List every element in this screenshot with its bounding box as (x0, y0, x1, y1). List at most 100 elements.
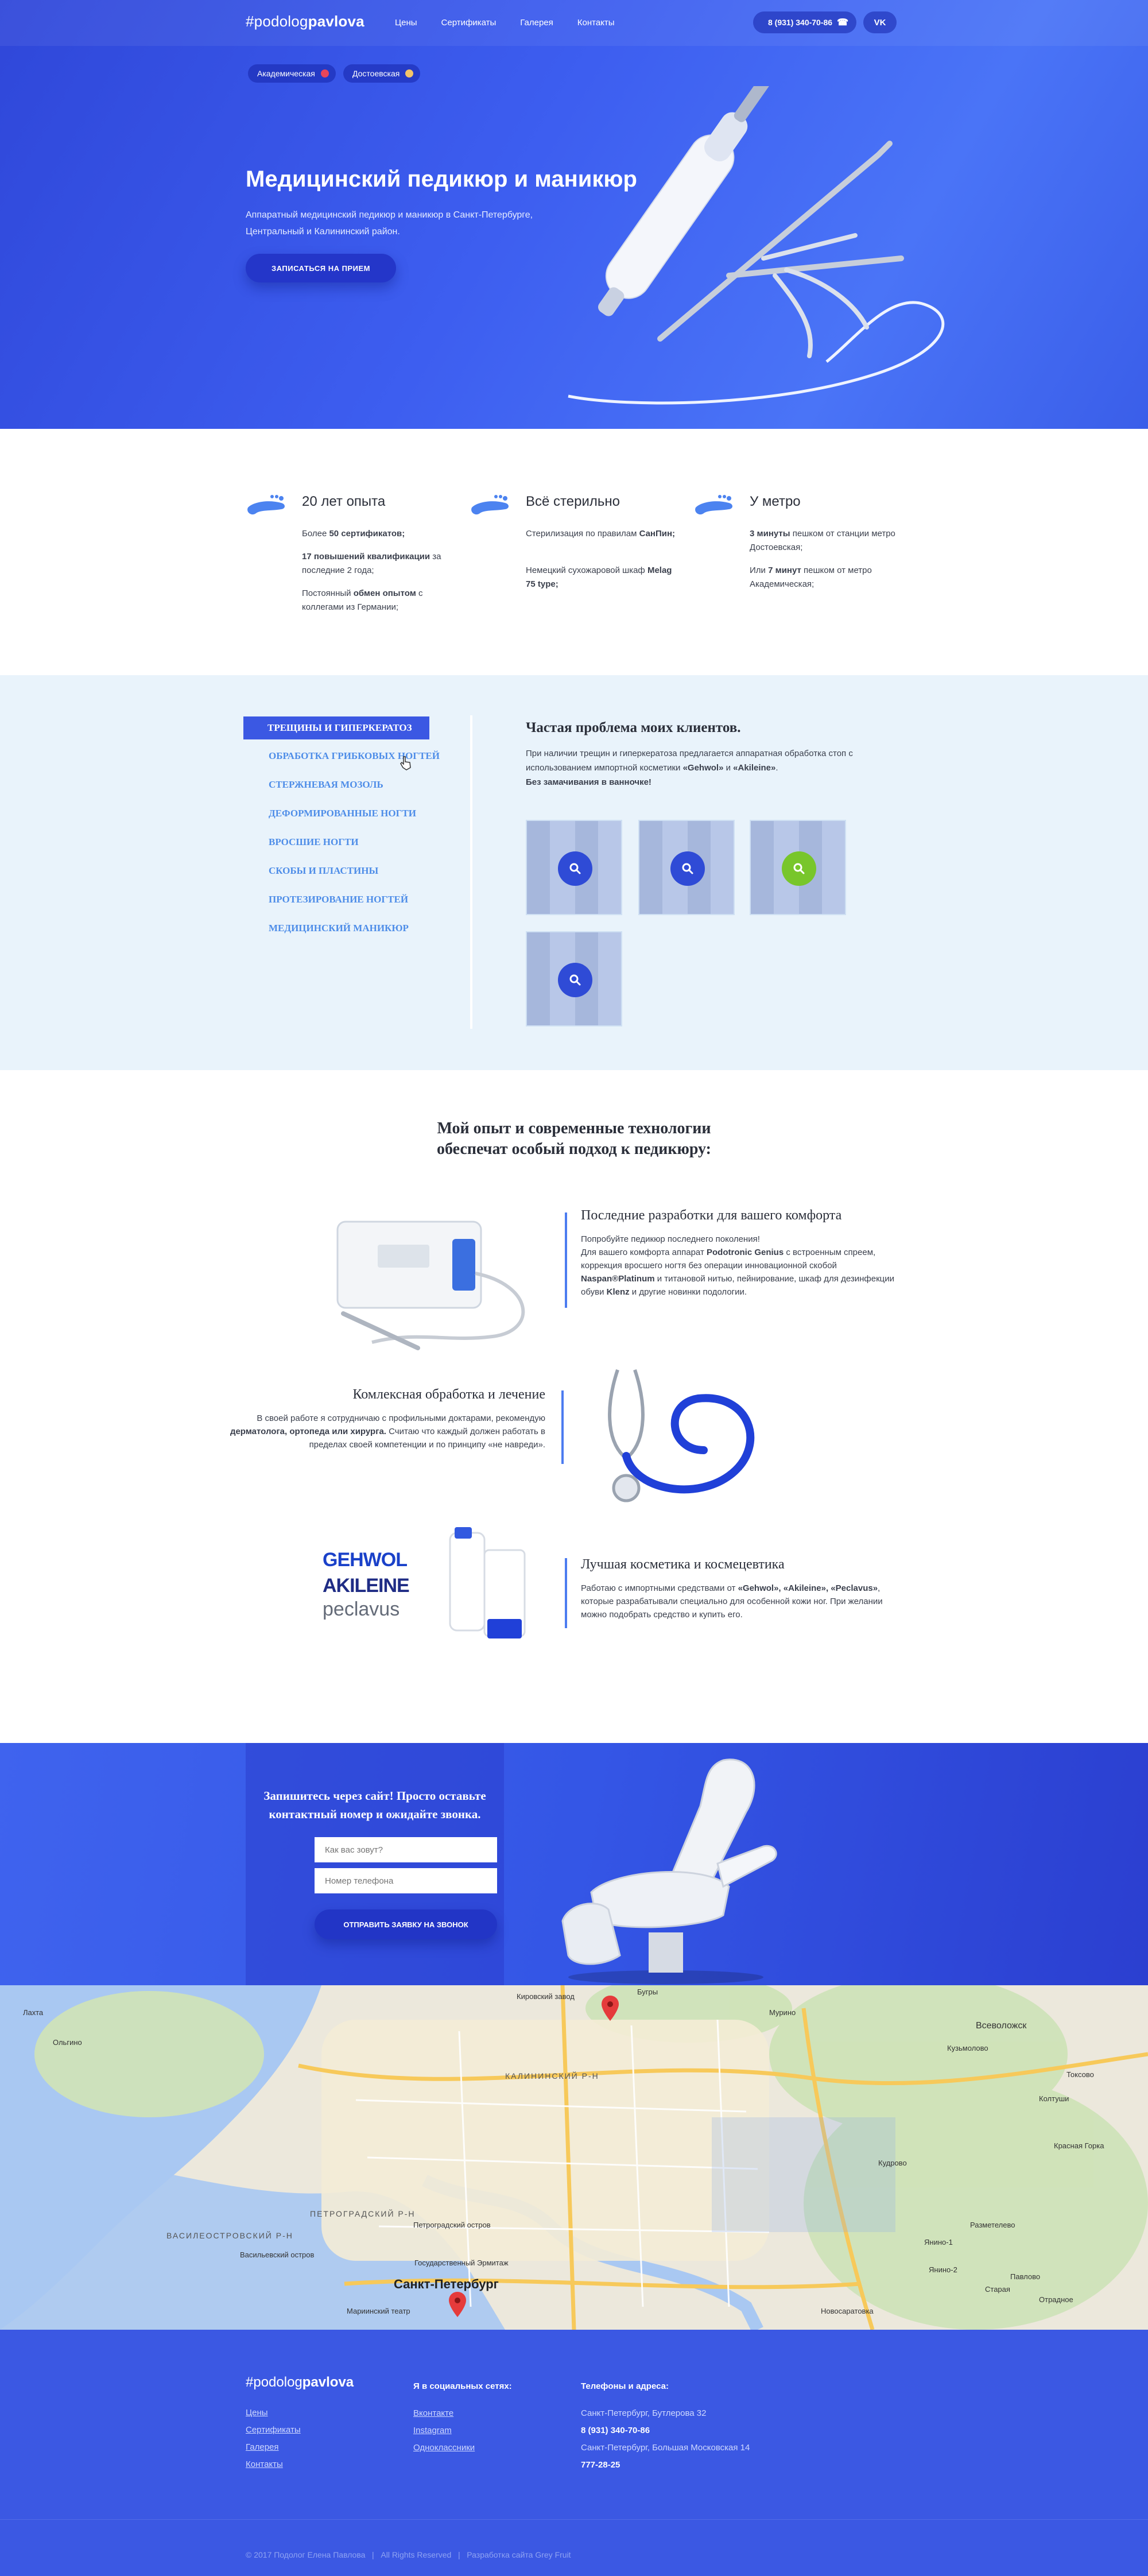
nav-item-certificates[interactable]: Сертификаты (441, 18, 497, 28)
map-label: Колтуши (1039, 2094, 1069, 2103)
feature-text: 3 минуты пешком от станции метро Достоев… (750, 529, 895, 552)
metro-tag-academic[interactable]: Академическая (248, 64, 336, 83)
zoom-icon[interactable] (558, 851, 592, 886)
footer-address: Санкт-Петербург, Бутлерова 32 (581, 2408, 707, 2418)
gallery-thumbnail[interactable] (638, 820, 735, 915)
experience-block-treatment: Комлексная обработка и лечение В своей р… (224, 1387, 545, 1451)
map-label: Петроградский остров (413, 2221, 491, 2229)
tab-nail-prosthetics[interactable]: ПРОТЕЗИРОВАНИЕ НОГТЕЙ (243, 885, 456, 914)
nav-item-gallery[interactable]: Галерея (520, 18, 553, 28)
footer-contacts: Телефоны и адреса: Санкт-Петербург, Бутл… (581, 2381, 750, 2474)
map-label: Кудрово (878, 2159, 907, 2167)
footer-link-contacts[interactable]: Контакты (246, 2456, 301, 2473)
map-label: Старая (985, 2285, 1010, 2294)
foot-icon (247, 495, 285, 515)
tab-ingrown-nails[interactable]: ВРОСШИЕ НОГТИ (243, 828, 456, 857)
gallery-thumbnail[interactable] (526, 931, 622, 1026)
footer-social: Я в социальных сетях: Вконтакте Instagra… (413, 2381, 512, 2457)
tab-cracks[interactable]: ТРЕЩИНЫ И ГИПЕРКЕРАТОЗ (243, 716, 429, 739)
map-label: Васильевский остров (240, 2250, 315, 2259)
callback-section: Запишитесь через сайт! Просто оставьте к… (0, 1743, 1148, 1985)
problem-tab-list: ТРЕЩИНЫ И ГИПЕРКЕРАТОЗ ОБРАБОТКА ГРИБКОВ… (243, 716, 456, 943)
block-title: Последние разработки для вашего комфорта (581, 1208, 842, 1223)
tab-divider (470, 715, 472, 1029)
header-phone-button[interactable]: 8 (931) 340-70-86 ☎ (753, 11, 856, 33)
footer-phone[interactable]: 777-28-25 (581, 2457, 750, 2474)
block-title: Комлексная обработка и лечение (352, 1387, 545, 1402)
footer-link-certificates[interactable]: Сертификаты (246, 2422, 301, 2439)
block-text: Работаю с импортными средствами от «Gehw… (581, 1583, 883, 1620)
tab-core-callus[interactable]: СТЕРЖНЕВАЯ МОЗОЛЬ (243, 770, 456, 799)
block-title: Лучшая косметика и космецевтика (581, 1557, 785, 1572)
send-callback-button[interactable]: ОТПРАВИТЬ ЗАЯВКУ НА ЗВОНОК (315, 1909, 497, 1939)
nav-item-contacts[interactable]: Контакты (577, 18, 615, 28)
problem-text: При наличии трещин и гиперкератоза предл… (526, 749, 853, 787)
footer-copyright: © 2017 Подолог Елена Павлова | All Right… (246, 2550, 571, 2559)
map-label: Лахта (23, 2008, 44, 2017)
map-background (0, 1985, 1148, 2330)
zoom-icon[interactable] (558, 963, 592, 997)
map-label: Мурино (769, 2008, 796, 2017)
callback-title: Запишитесь через сайт! Просто оставьте к… (263, 1789, 486, 1821)
footer-link-vkontakte[interactable]: Вконтакте (413, 2405, 512, 2422)
map-district-label: КАЛИНИНСКИЙ Р-Н (505, 2071, 599, 2081)
map-pin-icon[interactable] (602, 1996, 619, 2021)
stethoscope-image (608, 1369, 755, 1502)
tab-braces-plates[interactable]: СКОБЫ И ПЛАСТИНЫ (243, 857, 456, 885)
hand-cursor-icon (400, 756, 411, 770)
tab-fungal-nails[interactable]: ОБРАБОТКА ГРИБКОВЫХ НОГТЕЙ (243, 742, 456, 770)
feature-text: 17 повышений квалификации за последние 2… (302, 552, 441, 575)
footer-link-instagram[interactable]: Instagram (413, 2422, 512, 2439)
metro-tag-dostoevskaya[interactable]: Достоевская (343, 64, 421, 83)
block-accent-bar (565, 1213, 567, 1308)
footer-link-gallery[interactable]: Галерея (246, 2439, 301, 2456)
problem-title: Частая проблема моих клиентов. (526, 720, 741, 735)
vk-icon: VK (874, 17, 886, 28)
vk-button[interactable]: VK (863, 11, 897, 33)
map-label: Красная Горка (1054, 2141, 1104, 2150)
zoom-icon[interactable] (782, 851, 816, 886)
podiatry-chair-image (561, 1758, 777, 1984)
footer-nav: Цены Сертификаты Галерея Контакты (246, 2404, 301, 2473)
name-input[interactable] (315, 1837, 497, 1862)
tab-deformed-nails[interactable]: ДЕФОРМИРОВАННЫЕ НОГТИ (243, 799, 456, 828)
map-pin-icon[interactable] (449, 2292, 466, 2317)
map-label: Кировский завод (517, 1992, 575, 2001)
peclavus-logo: peclavus (323, 1598, 400, 1620)
map-district-label: ВАСИЛЕОСТРОВСКИЙ Р-Н (166, 2231, 293, 2240)
book-appointment-button[interactable]: ЗАПИСАТЬСЯ НА ПРИЕМ (246, 254, 396, 282)
experience-title: Мой опыт и современные технологии обеспеч… (436, 1120, 712, 1158)
map-label: Мариинский театр (347, 2307, 410, 2315)
gallery-thumbnail[interactable] (526, 820, 622, 915)
block-text: Попробуйте педикюр последнего поколения!… (581, 1234, 894, 1297)
map[interactable]: Ольгино Лахта Мурино Всеволожск Кудрово … (0, 1985, 1148, 2330)
map-label: Разметелево (970, 2221, 1015, 2229)
footer-link-prices[interactable]: Цены (246, 2404, 301, 2422)
phone-input[interactable] (315, 1868, 497, 1893)
metro-tag-label: Достоевская (352, 69, 400, 78)
map-label: Государственный Эрмитаж (414, 2259, 509, 2267)
feature-title: Всё стерильно (526, 494, 620, 509)
foot-icon (471, 495, 509, 515)
nav-item-prices[interactable]: Цены (395, 18, 417, 28)
footer: #podologpavlova Цены Сертификаты Галерея… (0, 2330, 1148, 2576)
phone-icon: ☎ (837, 18, 848, 28)
feature-text: Стерилизация по правилам СанПин; (526, 529, 676, 539)
akileine-logo: AKILEINE (323, 1575, 410, 1597)
metro-tag-label: Академическая (257, 69, 315, 78)
experience-block-innovation: Последние разработки для вашего комфорта… (581, 1208, 902, 1299)
map-label: Янино-1 (924, 2238, 953, 2246)
developer-link[interactable]: Разработка сайта Grey Fruit (467, 2550, 571, 2559)
logo[interactable]: #podologpavlova (246, 13, 364, 30)
gallery-thumbnail[interactable] (750, 820, 846, 915)
feature-title: У метро (750, 494, 801, 509)
footer-phone[interactable]: 8 (931) 340-70-86 (581, 2422, 750, 2439)
tab-medical-manicure[interactable]: МЕДИЦИНСКИЙ МАНИКЮР (243, 914, 456, 943)
footer-logo[interactable]: #podologpavlova (246, 2374, 354, 2391)
feature-title: 20 лет опыта (302, 494, 386, 509)
zoom-icon[interactable] (670, 851, 705, 886)
footer-link-odnoklassniki[interactable]: Одноклассники (413, 2439, 512, 2457)
block-accent-bar (561, 1390, 564, 1464)
metro-yellow-dot-icon (405, 69, 414, 78)
podotronic-device-image (336, 1221, 525, 1350)
